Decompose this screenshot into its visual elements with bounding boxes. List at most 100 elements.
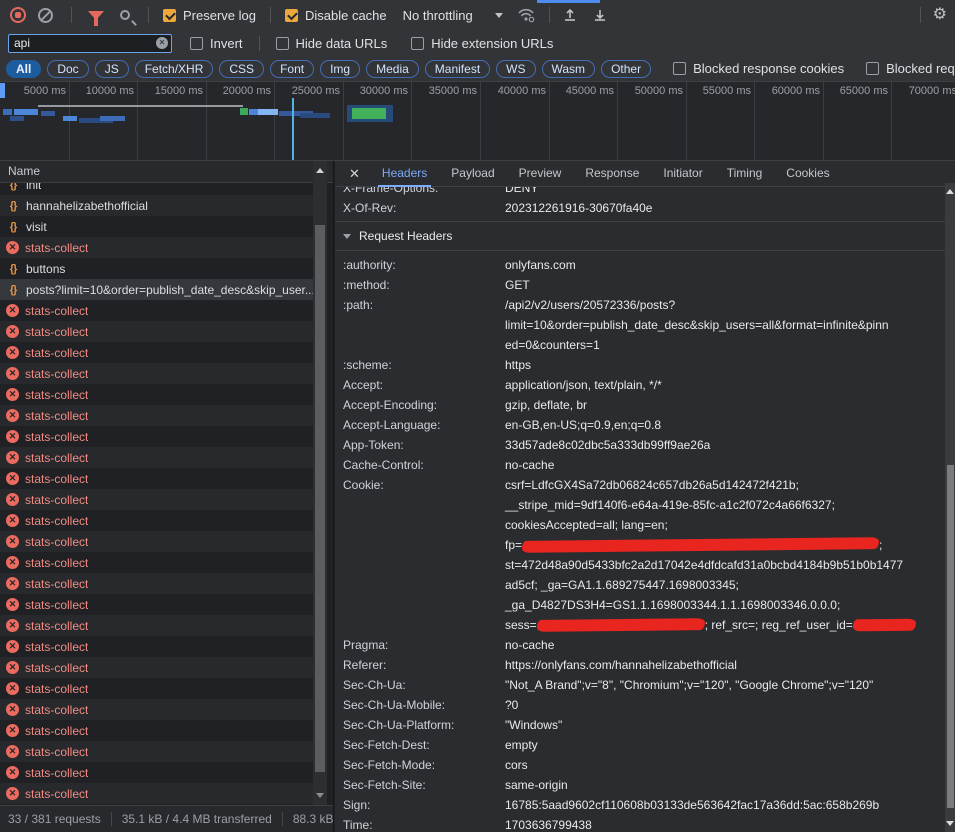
filter-input[interactable]: [8, 34, 172, 53]
disable-cache-checkbox[interactable]: Disable cache: [285, 8, 387, 23]
clear-icon[interactable]: [38, 8, 53, 23]
checkbox-blocked-requests[interactable]: Blocked requests: [866, 61, 955, 76]
tab-timing[interactable]: Timing: [717, 161, 773, 187]
scroll-up-icon[interactable]: [316, 168, 324, 173]
filter-pill-css[interactable]: CSS: [219, 60, 264, 78]
filter-pill-wasm[interactable]: Wasm: [542, 60, 596, 78]
filter-pill-all[interactable]: All: [6, 60, 41, 78]
scroll-down-icon[interactable]: [946, 821, 954, 826]
header-row: Cookie:csrf=LdfcGX4Sa72db06824c657db26a5…: [335, 475, 945, 635]
blocked-request-icon: ✕: [6, 787, 19, 800]
scroll-down-icon[interactable]: [316, 793, 324, 798]
request-row[interactable]: ✕stats-collect: [0, 447, 313, 468]
checkbox-box[interactable]: [411, 37, 424, 50]
gear-icon[interactable]: ⚙: [933, 7, 947, 23]
request-row[interactable]: ✕stats-collect: [0, 720, 313, 741]
request-row[interactable]: ✕stats-collect: [0, 468, 313, 489]
request-row[interactable]: ✕stats-collect: [0, 237, 313, 258]
network-conditions-icon[interactable]: [517, 7, 537, 23]
request-name: stats-collect: [25, 451, 88, 465]
header-value-line: limit=10&order=publish_date_desc&skip_us…: [505, 315, 945, 335]
header-key: X-Of-Rev:: [343, 198, 505, 218]
checkbox-invert[interactable]: Invert: [190, 36, 243, 51]
scroll-up-icon[interactable]: [946, 189, 954, 194]
tab-headers[interactable]: Headers: [372, 161, 437, 187]
export-har-icon[interactable]: [592, 7, 608, 23]
request-row[interactable]: ✕stats-collect: [0, 657, 313, 678]
filter-pill-media[interactable]: Media: [366, 60, 419, 78]
filter-pill-img[interactable]: Img: [320, 60, 360, 78]
waterfall-activity-bar: [300, 113, 330, 118]
scrollbar-thumb[interactable]: [947, 465, 954, 808]
filter-icon[interactable]: [88, 11, 104, 20]
blocked-request-icon: ✕: [6, 703, 19, 716]
request-row[interactable]: ✕stats-collect: [0, 573, 313, 594]
request-row[interactable]: ✕stats-collect: [0, 363, 313, 384]
json-file-icon: {}: [6, 284, 20, 296]
close-icon[interactable]: ✕: [341, 166, 368, 182]
request-row[interactable]: ✕stats-collect: [0, 321, 313, 342]
tab-cookies[interactable]: Cookies: [776, 161, 839, 187]
chevron-down-icon[interactable]: [495, 13, 503, 18]
import-har-icon[interactable]: [562, 7, 578, 23]
request-name: stats-collect: [25, 430, 88, 444]
request-row[interactable]: ✕stats-collect: [0, 699, 313, 720]
details-scrollbar[interactable]: [945, 183, 955, 832]
request-row[interactable]: ✕stats-collect: [0, 300, 313, 321]
request-row[interactable]: ✕stats-collect: [0, 636, 313, 657]
request-row[interactable]: ✕stats-collect: [0, 489, 313, 510]
request-name: stats-collect: [25, 367, 88, 381]
tab-payload[interactable]: Payload: [441, 161, 504, 187]
filter-pill-fetch-xhr[interactable]: Fetch/XHR: [135, 60, 214, 78]
checkbox-blocked-response-cookies[interactable]: Blocked response cookies: [673, 61, 844, 76]
filter-pill-font[interactable]: Font: [270, 60, 314, 78]
request-row[interactable]: ✕stats-collect: [0, 783, 313, 804]
request-row[interactable]: ✕stats-collect: [0, 426, 313, 447]
request-headers-section[interactable]: Request Headers: [335, 221, 945, 251]
record-button[interactable]: [10, 7, 26, 23]
request-row[interactable]: ✕stats-collect: [0, 741, 313, 762]
tick-label: 30000 ms: [338, 85, 408, 98]
request-row[interactable]: ✕stats-collect: [0, 678, 313, 699]
request-row[interactable]: {}posts?limit=10&order=publish_date_desc…: [0, 279, 313, 300]
filter-pill-doc[interactable]: Doc: [47, 60, 88, 78]
checkbox-box[interactable]: [866, 62, 879, 75]
request-row[interactable]: ✕stats-collect: [0, 615, 313, 636]
request-row[interactable]: ✕stats-collect: [0, 552, 313, 573]
scrollbar-thumb[interactable]: [315, 225, 325, 772]
filter-pill-js[interactable]: JS: [95, 60, 129, 78]
checkbox-hide-extension-urls[interactable]: Hide extension URLs: [411, 36, 553, 51]
filter-pill-ws[interactable]: WS: [496, 60, 535, 78]
filter-pill-other[interactable]: Other: [601, 60, 651, 78]
request-row[interactable]: ✕stats-collect: [0, 762, 313, 783]
clear-filter-icon[interactable]: ✕: [156, 37, 168, 49]
request-row[interactable]: {}init: [0, 183, 313, 195]
checkbox-hide-data-urls[interactable]: Hide data URLs: [259, 36, 388, 51]
tab-initiator[interactable]: Initiator: [653, 161, 712, 187]
checkbox-box[interactable]: [163, 9, 176, 22]
request-row[interactable]: {}visit: [0, 216, 313, 237]
network-overview[interactable]: 5000 ms10000 ms15000 ms20000 ms25000 ms3…: [0, 82, 955, 161]
request-row[interactable]: ✕stats-collect: [0, 594, 313, 615]
request-row[interactable]: ✕stats-collect: [0, 510, 313, 531]
requests-scrollbar[interactable]: [313, 161, 327, 805]
throttling-select[interactable]: No throttling: [403, 8, 473, 23]
filter-pill-manifest[interactable]: Manifest: [425, 60, 490, 78]
request-row[interactable]: {}buttons: [0, 258, 313, 279]
name-column-header[interactable]: Name: [0, 161, 333, 183]
request-row[interactable]: ✕stats-collect: [0, 531, 313, 552]
request-row[interactable]: ✕stats-collect: [0, 405, 313, 426]
checkbox-box[interactable]: [673, 62, 686, 75]
checkbox-box[interactable]: [276, 37, 289, 50]
checkbox-box[interactable]: [285, 9, 298, 22]
preserve-log-checkbox[interactable]: Preserve log: [163, 8, 256, 23]
blocked-request-icon: ✕: [6, 493, 19, 506]
search-icon[interactable]: [120, 10, 130, 20]
request-row[interactable]: ✕stats-collect: [0, 384, 313, 405]
request-row[interactable]: ✕stats-collect: [0, 342, 313, 363]
divider: [270, 7, 271, 23]
checkbox-box[interactable]: [190, 37, 203, 50]
request-row[interactable]: {}hannahelizabethofficial: [0, 195, 313, 216]
tab-preview[interactable]: Preview: [509, 161, 572, 187]
tab-response[interactable]: Response: [575, 161, 649, 187]
